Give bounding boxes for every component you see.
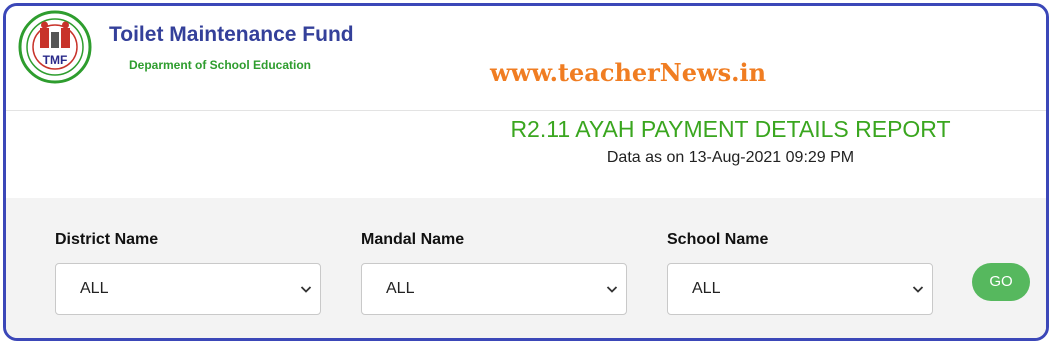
report-title: R2.11 AYAH PAYMENT DETAILS REPORT xyxy=(510,116,951,142)
mandal-filter: Mandal Name ALL xyxy=(361,231,629,315)
school-label: School Name xyxy=(667,231,769,248)
page-frame: TMF Toilet Maintenance Fund Deparment of… xyxy=(3,3,1049,341)
mandal-select[interactable]: ALL xyxy=(361,263,627,315)
district-filter: District Name ALL xyxy=(55,231,323,315)
district-select[interactable]: ALL xyxy=(55,263,321,315)
report-title-row: R2.11 AYAH PAYMENT DETAILS REPORT xyxy=(6,116,1046,143)
mandal-label: Mandal Name xyxy=(361,231,465,248)
district-select-value: ALL xyxy=(80,280,109,297)
logo-text: TMF xyxy=(43,53,68,67)
go-button[interactable]: GO xyxy=(972,263,1030,301)
chevron-down-icon xyxy=(300,286,312,293)
filter-panel: District Name ALL Mandal Name ALL School… xyxy=(6,198,1046,338)
site-header: TMF Toilet Maintenance Fund Deparment of… xyxy=(6,6,1046,111)
data-as-on-text: Data as on 13-Aug-2021 09:29 PM xyxy=(606,149,855,166)
school-filter: School Name ALL xyxy=(667,231,935,315)
chevron-down-icon xyxy=(606,286,618,293)
org-subtitle: Deparment of School Education xyxy=(129,58,312,72)
report-date-row: Data as on 13-Aug-2021 09:29 PM xyxy=(6,149,1046,167)
watermark-url: www.teacherNews.in xyxy=(490,58,767,87)
tmf-logo: TMF xyxy=(18,10,92,84)
school-select-value: ALL xyxy=(692,280,721,297)
chevron-down-icon xyxy=(912,286,924,293)
report-heading: R2.11 AYAH PAYMENT DETAILS REPORT Data a… xyxy=(6,111,1046,199)
org-title: Toilet Maintenance Fund xyxy=(109,23,354,46)
district-label: District Name xyxy=(55,231,159,248)
school-select[interactable]: ALL xyxy=(667,263,933,315)
mandal-select-value: ALL xyxy=(386,280,415,297)
